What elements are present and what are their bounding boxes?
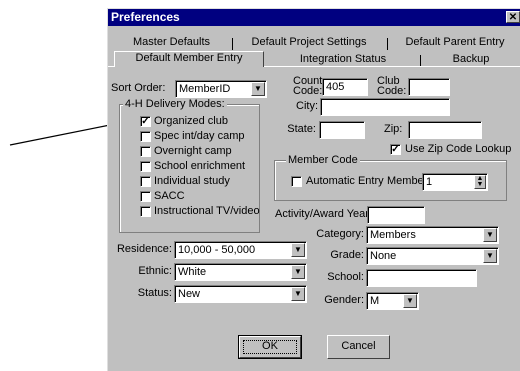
use-zip-lookup-label: Use Zip Code Lookup xyxy=(405,143,512,155)
school-field[interactable] xyxy=(366,269,477,287)
checkbox-spec-int-day-camp[interactable] xyxy=(140,131,151,142)
residence-label: Residence: xyxy=(116,243,172,255)
state-field[interactable] xyxy=(319,121,365,139)
county-code-field[interactable]: 405 xyxy=(322,78,368,96)
tab-backup[interactable]: Backup xyxy=(422,53,520,67)
automatic-entry-label: Automatic Entry xyxy=(306,175,384,187)
tab-integration-status[interactable]: Integration Status xyxy=(268,53,418,67)
label-overnight-camp: Overnight camp xyxy=(154,145,232,157)
preferences-window: Preferences ✕ Master Defaults Default Pr… xyxy=(107,8,520,371)
automatic-entry-checkbox[interactable] xyxy=(291,176,302,187)
gender-select[interactable]: M ▼ xyxy=(366,292,419,310)
city-field[interactable] xyxy=(320,98,450,116)
member-code-label: Member Code xyxy=(286,154,360,166)
check-icon: ✓ xyxy=(141,116,150,127)
checkbox-organized-club[interactable]: ✓ xyxy=(140,116,151,127)
status-select[interactable]: New ▼ xyxy=(174,285,307,303)
chevron-down-icon[interactable]: ▼ xyxy=(251,82,265,96)
ok-button[interactable]: OK xyxy=(238,335,302,359)
sort-order-select[interactable]: MemberID ▼ xyxy=(175,80,267,98)
window-title: Preferences xyxy=(111,10,180,24)
label-school-enrichment: School enrichment xyxy=(154,160,246,172)
sort-order-label: Sort Order: xyxy=(111,82,166,94)
ethnic-value: White xyxy=(178,266,207,278)
residence-select[interactable]: 10,000 - 50,000 ▼ xyxy=(174,241,307,259)
title-bar: Preferences ✕ xyxy=(108,9,520,26)
grade-select[interactable]: None ▼ xyxy=(366,247,499,265)
delivery-modes-label: 4-H Delivery Modes: xyxy=(123,98,227,110)
checkbox-individual-study[interactable] xyxy=(140,176,151,187)
tab-master-defaults[interactable]: Master Defaults xyxy=(114,36,229,50)
tab-default-project-settings[interactable]: Default Project Settings xyxy=(234,36,384,50)
chevron-down-icon[interactable]: ▼ xyxy=(483,228,497,242)
city-label: City: xyxy=(296,100,318,112)
ethnic-select[interactable]: White ▼ xyxy=(174,263,307,281)
club-code-label-text: Club Code: xyxy=(377,75,407,97)
member-value: 1 xyxy=(426,176,433,188)
ethnic-label: Ethnic: xyxy=(138,265,172,277)
zip-field[interactable] xyxy=(408,121,482,139)
checkbox-school-enrichment[interactable] xyxy=(140,161,151,172)
tab-separator xyxy=(387,38,388,50)
checkbox-sacc[interactable] xyxy=(140,191,151,202)
tab-default-member-entry[interactable]: Default Member Entry xyxy=(114,51,264,67)
county-code-label: County Code: xyxy=(293,75,328,97)
chevron-down-icon[interactable]: ▼ xyxy=(291,243,305,257)
category-label: Category: xyxy=(316,228,364,240)
gender-label: Gender: xyxy=(324,294,364,306)
county-code-label-text: County Code: xyxy=(293,75,328,97)
panel-edge xyxy=(264,66,520,67)
sort-order-value: MemberID xyxy=(179,83,231,95)
ok-button-label: OK xyxy=(262,340,278,352)
grade-label: Grade: xyxy=(330,249,364,261)
label-organized-club: Organized club xyxy=(154,115,228,127)
status-label: Status: xyxy=(137,287,172,299)
activity-year-field[interactable] xyxy=(367,206,425,224)
activity-year-label: Activity/Award Year: xyxy=(275,208,373,220)
zip-label: Zip: xyxy=(384,123,403,135)
chevron-down-icon[interactable]: ▼ xyxy=(291,287,305,301)
check-icon: ✓ xyxy=(391,144,400,155)
label-sacc: SACC xyxy=(154,190,185,202)
grade-value: None xyxy=(370,250,397,262)
gender-value: M xyxy=(370,295,380,307)
use-zip-lookup-checkbox[interactable]: ✓ xyxy=(390,144,401,155)
checkbox-instructional-tv-video[interactable] xyxy=(140,206,151,217)
panel-edge xyxy=(108,66,114,67)
school-label: School: xyxy=(327,271,364,283)
tab-default-parent-entry[interactable]: Default Parent Entry xyxy=(392,36,518,50)
category-select[interactable]: Members ▼ xyxy=(366,226,499,244)
state-label: State: xyxy=(287,123,316,135)
category-value: Members xyxy=(370,229,416,241)
status-value: New xyxy=(178,288,201,300)
spin-arrows-icon[interactable]: ▲ ▼ xyxy=(474,175,486,189)
checkbox-overnight-camp[interactable] xyxy=(140,146,151,157)
tab-separator xyxy=(232,38,233,50)
label-individual-study: Individual study xyxy=(154,175,230,187)
label-spec-int-day-camp: Spec int/day camp xyxy=(154,130,245,142)
chevron-down-icon[interactable]: ▼ xyxy=(403,294,417,308)
label-instructional-tv-video: Instructional TV/video xyxy=(154,205,260,217)
chevron-down-icon[interactable]: ▼ xyxy=(483,249,497,263)
close-icon[interactable]: ✕ xyxy=(506,11,520,23)
member-spinner[interactable]: 1 ▲ ▼ xyxy=(422,173,488,191)
club-code-label: Club Code: xyxy=(377,75,407,97)
residence-value: 10,000 - 50,000 xyxy=(178,244,256,256)
chevron-down-icon[interactable]: ▼ xyxy=(291,265,305,279)
club-code-field[interactable] xyxy=(408,78,450,96)
cancel-button[interactable]: Cancel xyxy=(327,335,390,359)
